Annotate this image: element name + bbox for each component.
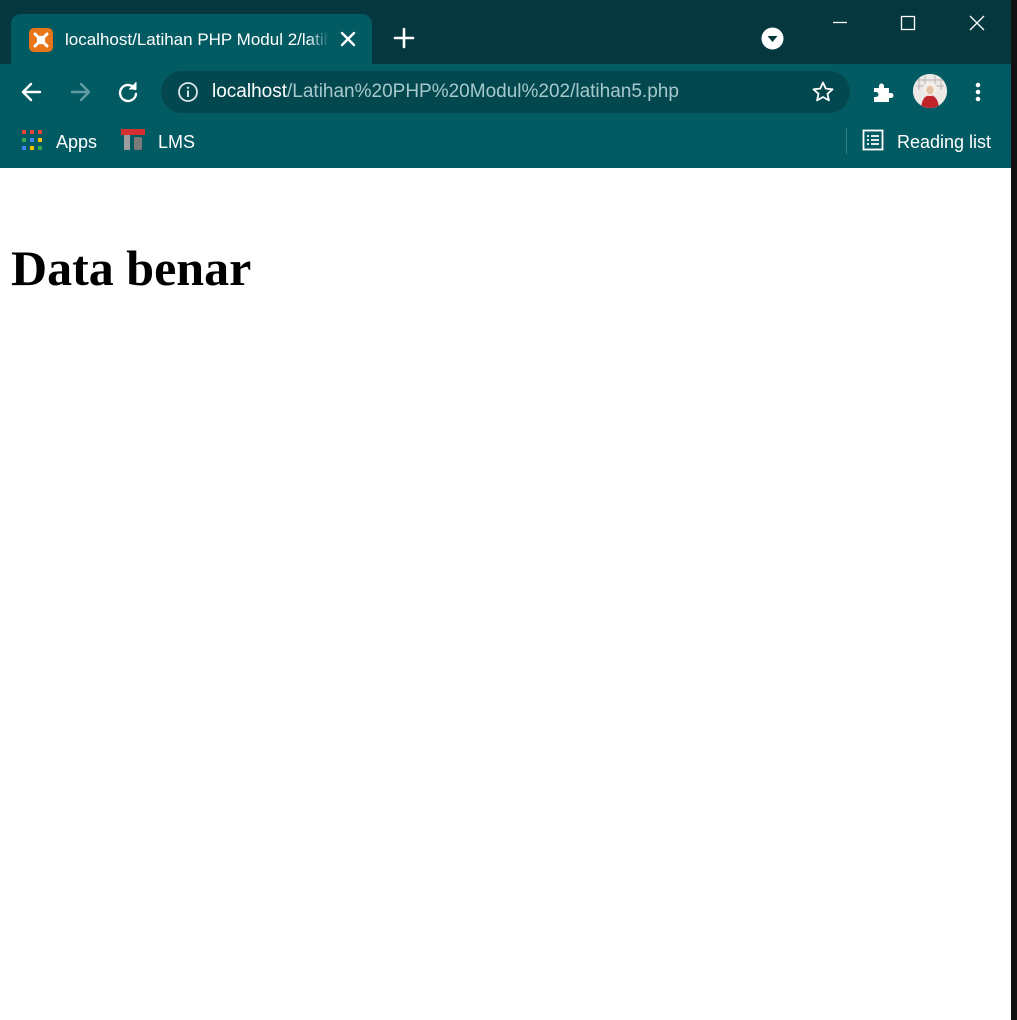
page-content: Data benar [0, 168, 1011, 1020]
window-edge [1011, 0, 1017, 1020]
bookmark-apps[interactable]: Apps [20, 128, 97, 156]
page-heading: Data benar [11, 240, 252, 296]
bookmarks-separator [846, 128, 847, 154]
apps-grid-icon [20, 128, 44, 157]
bookmarks-bar: Apps LMS Reading list [0, 120, 1017, 168]
bookmark-lms[interactable]: LMS [120, 128, 195, 156]
bookmark-label: Apps [56, 131, 98, 152]
browser-chrome: localhost/Latihan PHP Modul 2/latihan5.p… [0, 0, 1017, 168]
maximize-icon[interactable] [893, 10, 923, 40]
active-tab[interactable]: localhost/Latihan PHP Modul 2/latihan5.p… [11, 14, 372, 66]
reading-list-button[interactable]: Reading list [861, 128, 991, 156]
url-path: /Latihan%20PHP%20Modul%202/latihan5.php [287, 81, 679, 102]
url-host: localhost [212, 81, 287, 102]
back-icon[interactable] [18, 78, 46, 106]
close-window-icon[interactable] [962, 10, 992, 40]
reload-icon[interactable] [114, 78, 142, 106]
address-bar[interactable]: localhost/Latihan%20PHP%20Modul%202/lati… [161, 71, 850, 113]
title-bar: localhost/Latihan PHP Modul 2/latihan5.p… [0, 0, 1017, 66]
new-tab-icon[interactable] [390, 24, 418, 52]
extensions-puzzle-icon[interactable] [869, 78, 897, 106]
toolbar: localhost/Latihan%20PHP%20Modul%202/lati… [0, 64, 1017, 120]
xampp-icon [29, 28, 53, 52]
tab-title: localhost/Latihan PHP Modul 2/latihan5.p… [65, 30, 329, 49]
lms-icon [120, 127, 146, 158]
reading-list-label: Reading list [897, 131, 992, 152]
tab-search-icon[interactable] [760, 26, 785, 51]
bookmark-star-icon[interactable] [811, 80, 835, 104]
url-text[interactable]: localhost/Latihan%20PHP%20Modul%202/lati… [212, 80, 679, 104]
reading-list-icon [861, 128, 885, 157]
forward-icon[interactable] [66, 78, 94, 106]
bookmark-label: LMS [158, 131, 196, 152]
minimize-icon[interactable] [825, 10, 855, 40]
site-info-icon[interactable] [177, 81, 199, 103]
profile-avatar[interactable] [913, 74, 947, 108]
more-menu-icon[interactable] [964, 78, 992, 106]
tab-close-icon[interactable] [337, 28, 359, 50]
